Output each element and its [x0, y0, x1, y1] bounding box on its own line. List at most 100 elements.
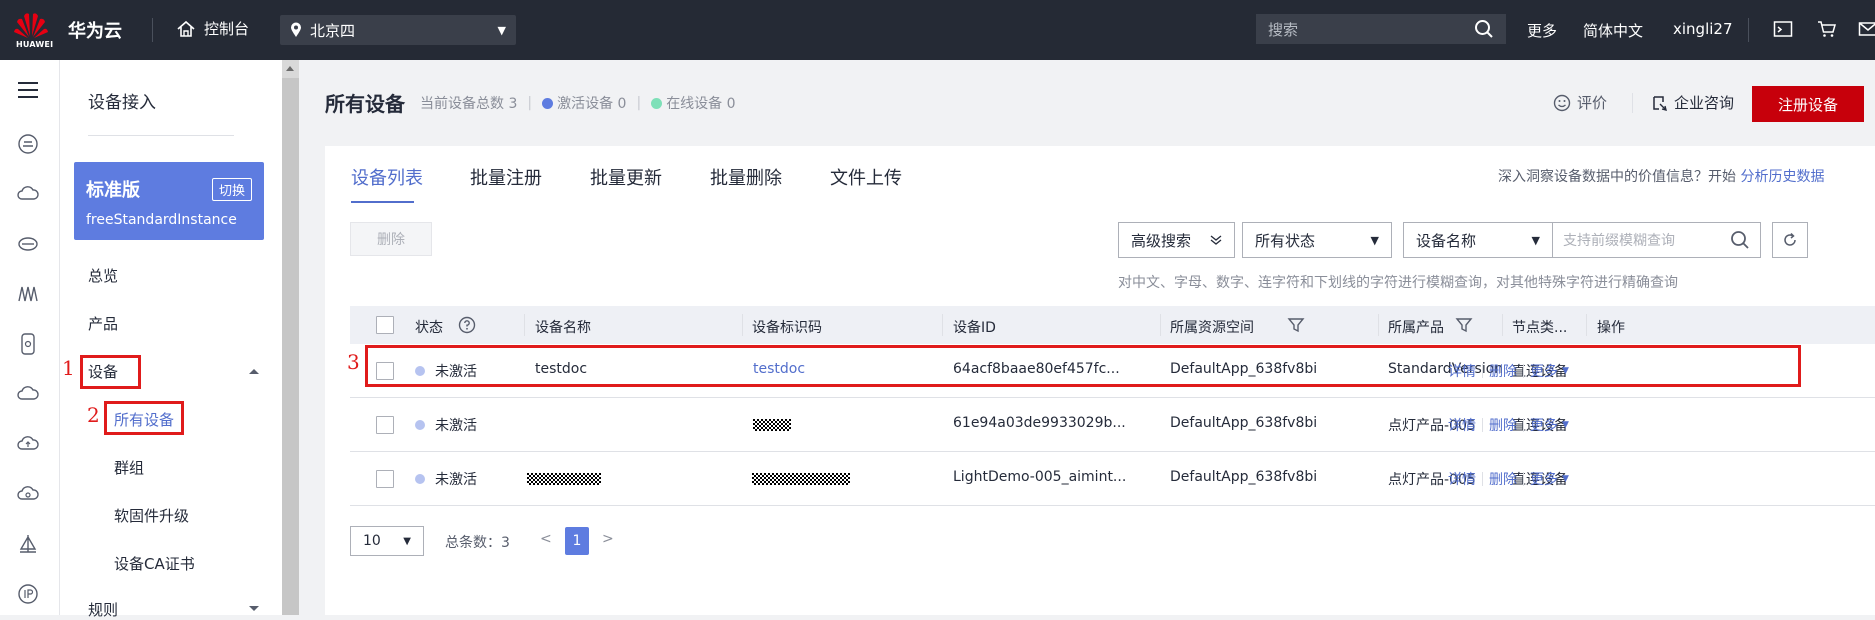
chevron-up-icon[interactable]: [248, 367, 260, 375]
page-size-select[interactable]: 10 ▼: [350, 526, 424, 556]
more-link[interactable]: 更多: [1530, 469, 1558, 489]
next-page-icon[interactable]: >: [602, 531, 614, 547]
table-row[interactable]: 未激活 LightDemo-005_aimint... DefaultApp_6…: [350, 452, 1875, 506]
scroll-up-arrow-icon[interactable]: [286, 66, 294, 71]
tab-bar: 设备列表 批量注册 批量更新 批量删除 文件上传 深入洞察设备数据中的价值信息？…: [325, 146, 1875, 206]
sidebar-item-device-ca[interactable]: 设备CA证书: [114, 553, 195, 574]
current-page-button[interactable]: 1: [565, 527, 589, 555]
header-status: 状态: [415, 317, 443, 337]
tab-batch-register[interactable]: 批量注册: [470, 164, 542, 190]
status-select[interactable]: 所有状态 ▼: [1242, 222, 1392, 258]
header-node-type: 节点类...: [1512, 317, 1567, 337]
tab-file-upload[interactable]: 文件上传: [830, 164, 902, 190]
device-stats: 当前设备总数 3 | 激活设备 0 | 在线设备 0: [420, 93, 736, 113]
sidebar-item-product[interactable]: 产品: [88, 313, 118, 334]
resource-space-cell: DefaultApp_638fv8bi: [1170, 415, 1317, 431]
chevron-down-icon[interactable]: [248, 605, 260, 613]
sail-icon[interactable]: [16, 532, 40, 556]
annotation-number-2: 2: [87, 403, 100, 427]
refresh-button[interactable]: [1772, 222, 1808, 258]
divider: [1523, 418, 1524, 432]
divider: [742, 314, 743, 336]
tab-batch-update[interactable]: 批量更新: [590, 164, 662, 190]
filter-icon[interactable]: [1287, 316, 1305, 334]
status-text: 未激活: [435, 418, 477, 434]
more-menu[interactable]: 更多: [1527, 20, 1557, 41]
sidebar-item-firmware-upgrade[interactable]: 软固件升级: [114, 505, 189, 526]
logo-wordmark: HUAWEI: [16, 40, 53, 49]
huawei-logo-icon[interactable]: [14, 10, 48, 40]
cloud-icon[interactable]: [16, 182, 40, 206]
smile-icon: [1553, 94, 1571, 112]
rate-label: 评价: [1577, 92, 1607, 113]
delete-button[interactable]: 删除: [350, 222, 432, 256]
active-devices-label: 激活设备: [557, 96, 613, 112]
fuzzy-search-note: 对中文、字母、数字、连字符和下划线的字符进行模糊查询，对其他特殊字符进行精确查询: [1118, 272, 1678, 292]
storage-icon[interactable]: [16, 232, 40, 256]
cloud-icon[interactable]: [16, 382, 40, 406]
total-count: 总条数：3: [445, 532, 510, 552]
register-device-button[interactable]: 注册设备: [1752, 86, 1864, 122]
tab-batch-delete[interactable]: 批量删除: [710, 164, 782, 190]
instance-name: freeStandardInstance: [86, 212, 237, 228]
more-link[interactable]: 更多: [1530, 415, 1558, 435]
location-pin-icon: [290, 22, 302, 38]
user-menu[interactable]: xingli27: [1673, 20, 1733, 38]
language-menu[interactable]: 简体中文: [1583, 20, 1643, 41]
brand-name[interactable]: 华为云: [68, 17, 122, 43]
sidebar-item-rules[interactable]: 规则: [88, 599, 118, 620]
ip-icon[interactable]: [16, 582, 40, 606]
status-text: 未激活: [435, 472, 477, 488]
network-icon[interactable]: [16, 282, 40, 306]
switch-edition-button[interactable]: 切换: [212, 178, 252, 201]
device-search-input[interactable]: 支持前缀模糊查询: [1553, 222, 1761, 258]
hint-text: 深入洞察设备数据中的价值信息？开始: [1498, 169, 1736, 185]
search-icon[interactable]: [1474, 19, 1494, 39]
region-selector[interactable]: 北京四 ▼: [280, 15, 516, 45]
advanced-search-button[interactable]: 高级搜索: [1118, 222, 1235, 258]
cloud-service-icon[interactable]: [16, 132, 40, 156]
analyze-history-link[interactable]: 分析历史数据: [1740, 169, 1824, 185]
menu-icon[interactable]: [16, 78, 40, 102]
row-checkbox[interactable]: [376, 470, 394, 488]
cloud-upload-icon[interactable]: [16, 432, 40, 456]
sidebar-item-overview[interactable]: 总览: [88, 265, 118, 286]
cloud-sync-icon[interactable]: [16, 482, 40, 506]
caret-down-icon[interactable]: ▼: [1562, 420, 1569, 430]
chevron-down-icon: ▼: [403, 536, 411, 547]
status-cell: 未激活: [415, 415, 477, 435]
rate-button[interactable]: 评价: [1553, 92, 1607, 113]
status-cell: 未激活: [415, 469, 477, 489]
select-all-checkbox[interactable]: [376, 316, 394, 334]
filter-icon[interactable]: [1455, 316, 1473, 334]
detail-link[interactable]: 详情: [1448, 469, 1476, 489]
enterprise-consult-button[interactable]: 企业咨询: [1652, 92, 1734, 113]
prev-page-icon[interactable]: <: [540, 531, 552, 547]
search-icon[interactable]: [1730, 230, 1750, 250]
terminal-icon[interactable]: [1773, 19, 1793, 39]
nav-scrollbar[interactable]: [282, 60, 299, 615]
delete-link[interactable]: 删除: [1489, 415, 1517, 435]
divider: [1160, 314, 1161, 336]
detail-link[interactable]: 详情: [1448, 415, 1476, 435]
row-checkbox[interactable]: [376, 416, 394, 434]
field-select[interactable]: 设备名称 ▼: [1403, 222, 1553, 258]
mail-icon[interactable]: [1858, 19, 1875, 39]
row-actions: 详情 删除 更多 ▼: [1448, 469, 1569, 489]
active-dot-icon: [542, 98, 553, 109]
global-search-input[interactable]: 搜索: [1256, 14, 1506, 44]
console-link[interactable]: 控制台: [176, 18, 249, 39]
table-row[interactable]: 未激活 61e94a03de9933029b... DefaultApp_638…: [350, 398, 1875, 452]
caret-down-icon[interactable]: ▼: [1562, 474, 1569, 484]
online-stat: 在线设备 0: [651, 93, 735, 113]
tab-device-list[interactable]: 设备列表: [351, 164, 423, 190]
help-icon[interactable]: [458, 316, 476, 334]
edition-name: 标准版: [86, 176, 140, 202]
online-devices-value: 0: [727, 96, 736, 112]
device-icon[interactable]: [16, 332, 40, 356]
cart-icon[interactable]: [1817, 19, 1837, 39]
header-device-code: 设备标识码: [752, 317, 822, 337]
delete-link[interactable]: 删除: [1489, 469, 1517, 489]
scrollbar-thumb[interactable]: [282, 78, 299, 615]
sidebar-item-groups[interactable]: 群组: [114, 457, 144, 478]
